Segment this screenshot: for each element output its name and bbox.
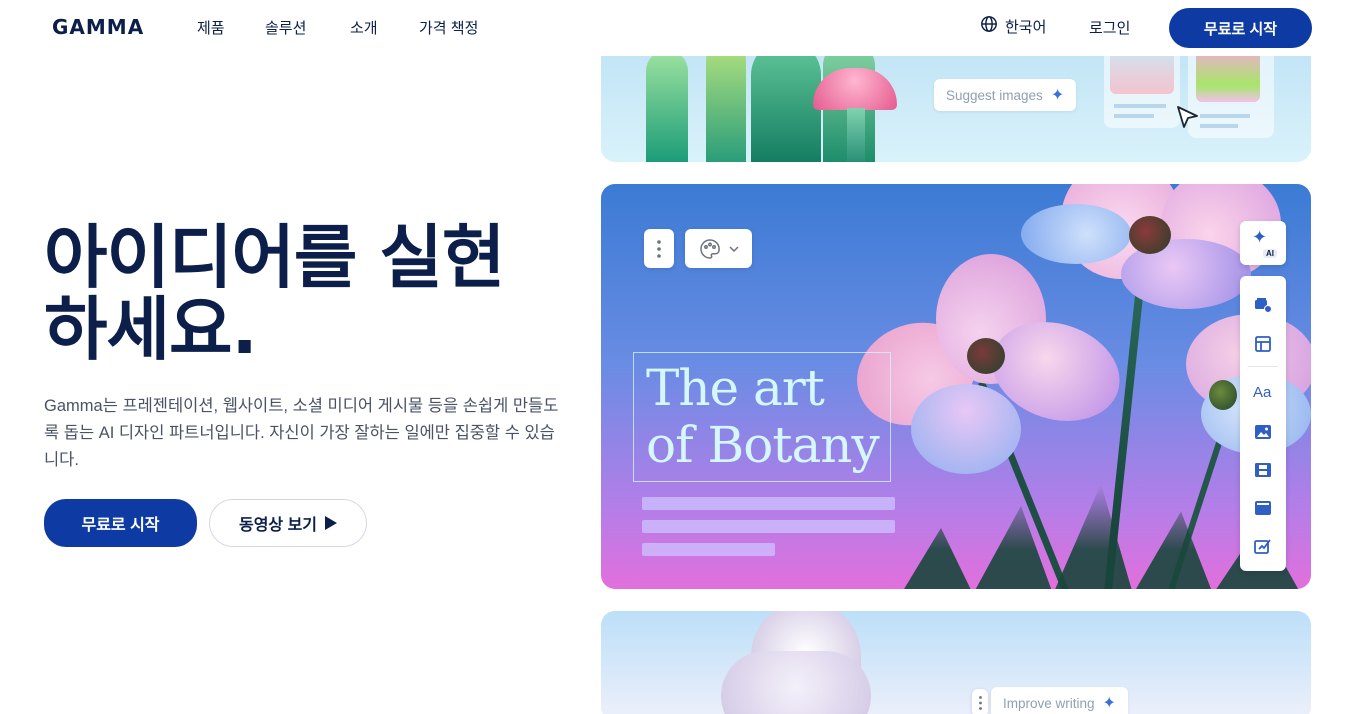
preview-card-bottom: Improve writing ✦ [601, 611, 1311, 714]
preview-card-main: The art of Botany ✦ AI Aa [601, 184, 1311, 589]
globe-icon [980, 15, 998, 37]
improve-writing-label: Improve writing [1003, 695, 1095, 711]
cursor-icon [1177, 106, 1198, 128]
text-placeholder-line [642, 497, 895, 510]
edit-icon[interactable] [1254, 537, 1272, 555]
video-icon[interactable] [1254, 461, 1272, 479]
slide-title-line-1: The art [646, 359, 825, 417]
petal [1021, 204, 1131, 264]
nav-start-free-button[interactable]: 무료로 시작 [1169, 8, 1312, 48]
text-icon[interactable]: Aa [1253, 384, 1271, 401]
cactus-shape [646, 50, 688, 162]
chevron-down-icon [728, 245, 739, 252]
sparkle-icon: ✦ [1252, 227, 1268, 247]
text-placeholder-line [642, 520, 895, 533]
cactus-shape [706, 40, 746, 162]
cloud-hand-shape [721, 651, 871, 714]
insert-toolbar: Aa [1240, 276, 1286, 571]
gamma-logo[interactable]: GAMMA [52, 15, 144, 39]
more-options-button[interactable] [644, 229, 674, 268]
improve-writing-chip[interactable]: Improve writing ✦ [991, 687, 1128, 714]
flower-center [1129, 216, 1171, 254]
kebab-icon [657, 239, 661, 258]
nav-link-pricing[interactable]: 가격 책정 [419, 17, 478, 38]
play-icon [325, 516, 338, 530]
headline-line-2: 하세요. [44, 290, 258, 370]
hero-subtitle: Gamma는 프레젠테이션, 웹사이트, 소셜 미디어 게시물 등을 손쉽게 만… [44, 397, 559, 469]
headline-line-1: 아이디어를 실현 [44, 218, 505, 298]
embed-icon[interactable] [1254, 499, 1272, 517]
preview-card-top: Suggest images ✦ [601, 40, 1311, 162]
language-selector[interactable]: 한국어 [980, 15, 1046, 37]
slide-title[interactable]: The art of Botany [646, 359, 880, 474]
petal [911, 384, 1021, 474]
card-add-icon[interactable] [1254, 296, 1272, 314]
nav-link-solutions[interactable]: 솔루션 [265, 17, 306, 38]
flower-center [967, 338, 1005, 374]
nav-link-product[interactable]: 제품 [197, 17, 225, 38]
sparkle-icon: ✦ [1050, 87, 1065, 104]
layout-icon[interactable] [1254, 335, 1272, 353]
ai-badge: AI [1263, 249, 1277, 258]
palette-icon [699, 238, 720, 259]
watch-video-button[interactable]: 동영상 보기 [209, 499, 367, 547]
slide-title-line-2: of Botany [646, 416, 880, 474]
language-label: 한국어 [1005, 18, 1047, 36]
image-icon[interactable] [1254, 423, 1272, 441]
flower-bud [1209, 380, 1237, 410]
nav-link-about[interactable]: 소개 [350, 17, 378, 38]
hero-start-free-button[interactable]: 무료로 시작 [44, 499, 197, 547]
top-nav: GAMMA 제품 솔루션 소개 가격 책정 한국어 로그인 무료로 시작 [0, 0, 1370, 56]
suggest-images-label: Suggest images [946, 87, 1043, 103]
sparkle-icon: ✦ [1102, 695, 1116, 712]
hero-headline: 아이디어를 실현 하세요. [44, 222, 564, 366]
mushroom-stem [847, 108, 865, 162]
cactus-shape [751, 40, 821, 162]
watch-video-label: 동영상 보기 [238, 517, 318, 534]
more-options-button[interactable] [972, 689, 988, 714]
theme-picker-button[interactable] [685, 229, 752, 268]
ai-assistant-button[interactable]: ✦ AI [1240, 221, 1286, 265]
kebab-icon [978, 696, 982, 710]
suggest-images-chip[interactable]: Suggest images ✦ [934, 79, 1077, 111]
login-link[interactable]: 로그인 [1089, 17, 1130, 38]
text-placeholder-line [642, 543, 775, 556]
